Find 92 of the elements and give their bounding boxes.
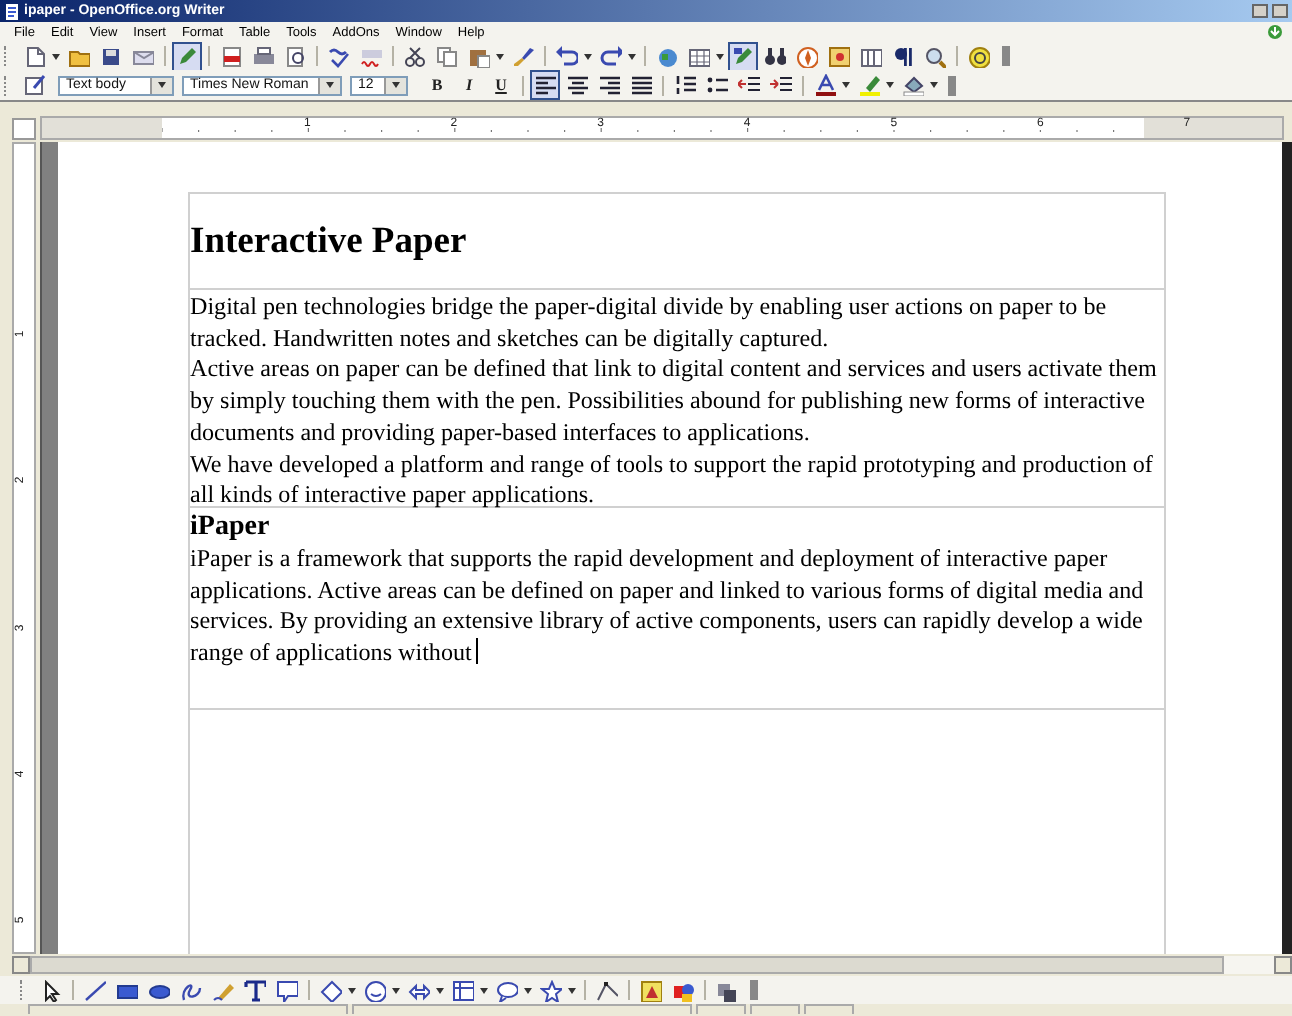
bullet-list-icon (706, 74, 728, 96)
undo-arrow-icon (556, 45, 578, 67)
toolbar-button[interactable] (810, 70, 840, 100)
format-button[interactable]: B (422, 70, 452, 100)
toolbar-button[interactable] (448, 975, 478, 1005)
toolbar-button[interactable] (536, 975, 566, 1005)
app-icon (4, 3, 20, 19)
pointer-icon (40, 979, 62, 1001)
scroll-left-button[interactable] (12, 956, 30, 974)
envelope-icon (132, 45, 154, 67)
table-icon (688, 45, 710, 67)
update-icon[interactable] (1266, 24, 1284, 40)
paragraph: We have developed a platform and range of tools to support the rapid prototyping and production of all kinds of interactive paper applications. (190, 449, 1155, 512)
redo-arrow-icon (600, 45, 622, 67)
toolbar-button[interactable] (552, 41, 582, 71)
format-button[interactable]: U (486, 70, 516, 100)
caret-icon[interactable] (842, 82, 850, 88)
toolbar-button[interactable] (316, 975, 346, 1005)
toolbar-button[interactable] (530, 70, 560, 100)
curve-icon (180, 979, 202, 1001)
toolbar-button[interactable] (596, 41, 626, 71)
increase-indent-icon (770, 74, 792, 96)
heading: Interactive Paper (190, 220, 467, 264)
caret-icon[interactable] (480, 987, 488, 993)
styles-icon (24, 74, 46, 96)
caret-icon[interactable] (568, 987, 576, 993)
speech-bubble-icon (496, 979, 518, 1001)
tab-stop-selector[interactable] (12, 117, 36, 139)
font-color-icon (814, 74, 836, 96)
line-icon (84, 979, 106, 1001)
paintbrush-icon (512, 45, 534, 67)
color-shapes-icon (672, 979, 694, 1001)
heading: iPaper (190, 512, 272, 544)
scissors-icon (404, 45, 426, 67)
edit-points-icon (596, 979, 618, 1001)
paragraph-mark-icon (892, 45, 914, 67)
paragraph: Active areas on paper can be defined that link to digital content and services and users activate them by simply touching them with the pen. Possibilities abound for publishing new forms of interactive documents and providing paper-based interfaces to applications. (190, 354, 1159, 450)
gallery-icon (828, 45, 850, 67)
align-right-icon (598, 74, 620, 96)
columns-icon (860, 45, 882, 67)
spellcheck-icon (328, 45, 350, 67)
caret-icon[interactable] (584, 53, 592, 59)
new-document-icon (24, 45, 46, 67)
justify-icon (630, 74, 652, 96)
align-center-icon (566, 74, 588, 96)
caret-icon[interactable] (716, 53, 724, 59)
toolbar-button[interactable] (240, 975, 270, 1005)
callout-icon (276, 979, 298, 1001)
drawing-functions-icon (732, 45, 754, 67)
numbered-list-icon (674, 74, 696, 96)
caret-icon[interactable] (52, 53, 60, 59)
toolbar-button[interactable] (272, 975, 302, 1005)
fontwork-icon (640, 979, 662, 1001)
decrease-indent-icon (738, 74, 760, 96)
smiley-icon (364, 979, 386, 1001)
extrusion-icon (716, 979, 738, 1001)
toolbar-button[interactable] (80, 975, 110, 1005)
compass-icon (796, 45, 818, 67)
format-button[interactable]: I (454, 70, 484, 100)
flowchart-icon (452, 979, 474, 1001)
printer-icon (252, 45, 274, 67)
caret-icon[interactable] (392, 987, 400, 993)
globe-icon (656, 45, 678, 67)
double-arrow-icon (408, 979, 430, 1001)
restore-button[interactable] (1272, 4, 1288, 18)
freeform-pen-icon (212, 979, 234, 1001)
binoculars-icon (764, 45, 786, 67)
toolbar-button[interactable] (964, 41, 994, 71)
align-left-icon (534, 74, 556, 96)
minimize-button[interactable] (1252, 4, 1268, 18)
zoom-icon (924, 45, 946, 67)
paragraph: iPaper is a framework that supports the rapid development and deployment of interactive paper applications. Active areas can be defined on paper and linked to various forms of digital media and services. By providing an extensive library of active components, users can rapidly develop a wide range of applications without (190, 544, 1146, 670)
toolbar-button[interactable] (360, 975, 390, 1005)
paragraph: Digital pen technologies bridge the paper-digital divide by enabling user actions on paper to be tracked. Handwritten notes and sketches can be digitally captured. (190, 292, 1109, 355)
autospellcheck-icon (360, 45, 382, 67)
caret-icon[interactable] (524, 987, 532, 993)
scrollbar-thumb[interactable] (30, 956, 1225, 974)
toolbar-button[interactable] (728, 41, 758, 71)
star-icon (540, 979, 562, 1001)
caret-icon[interactable] (436, 987, 444, 993)
caret-icon[interactable] (348, 987, 356, 993)
toolbar-button[interactable] (172, 41, 202, 71)
highlighter-icon (858, 74, 880, 96)
text-tool-icon (244, 979, 266, 1001)
document-page[interactable] (58, 142, 1282, 954)
toolbar-button[interactable] (20, 70, 50, 100)
caret-icon[interactable] (496, 53, 504, 59)
toolbar-button[interactable] (400, 41, 430, 71)
scroll-right-button[interactable] (1274, 956, 1292, 974)
caret-icon[interactable] (628, 53, 636, 59)
caret-icon[interactable] (930, 82, 938, 88)
caret-icon[interactable] (886, 82, 894, 88)
